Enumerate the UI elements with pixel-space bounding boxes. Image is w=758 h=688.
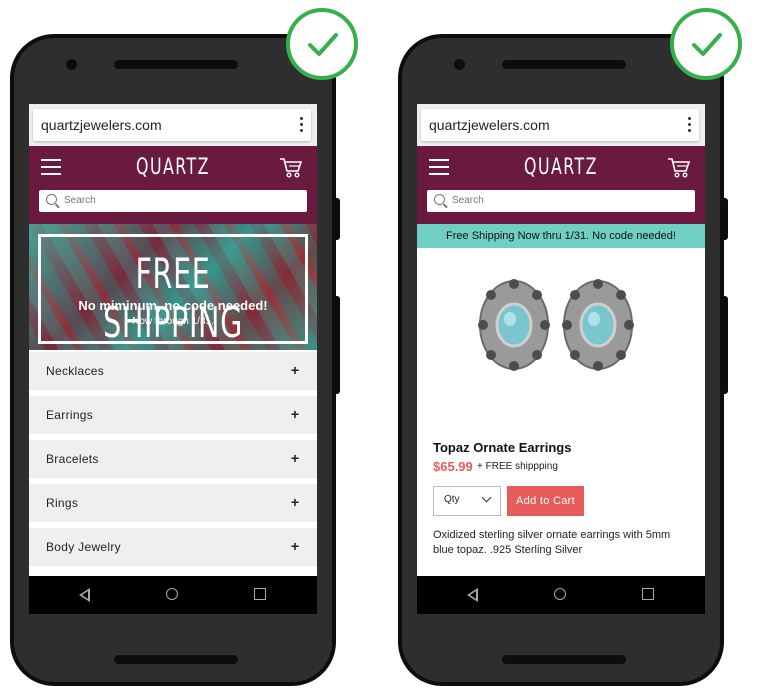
plus-icon[interactable]: + xyxy=(291,494,299,510)
plus-icon[interactable]: + xyxy=(291,406,299,422)
phone-right: quartzjewelers.com QUARTZ Search Free Sh… xyxy=(398,34,728,686)
category-label: Earrings xyxy=(46,408,94,422)
earring-image xyxy=(562,279,634,371)
back-triangle-icon[interactable] xyxy=(79,588,90,602)
phone-volume-button xyxy=(722,198,728,240)
quantity-select[interactable]: Qty xyxy=(433,486,501,516)
promo-banner[interactable]: Free Shipping Now thru 1/31. No code nee… xyxy=(417,224,705,248)
home-circle-icon[interactable] xyxy=(554,588,566,600)
android-nav-bar xyxy=(417,576,705,614)
product-price: $65.99 xyxy=(433,459,473,474)
plus-icon[interactable]: + xyxy=(291,450,299,466)
quantity-label: Qty xyxy=(444,494,460,505)
search-placeholder: Search xyxy=(64,195,96,206)
search-placeholder: Search xyxy=(452,195,484,206)
category-body-jewelry[interactable]: Body Jewelry + xyxy=(29,528,317,566)
browser-url-bar: quartzjewelers.com xyxy=(29,104,317,146)
cart-icon[interactable] xyxy=(279,157,303,179)
phone-speaker xyxy=(502,60,626,69)
phone-power-button xyxy=(722,296,728,394)
site-header: QUARTZ Search xyxy=(417,146,705,224)
url-box[interactable]: quartzjewelers.com xyxy=(33,109,311,141)
android-nav-bar xyxy=(29,576,317,614)
plus-icon[interactable]: + xyxy=(291,362,299,378)
category-earrings[interactable]: Earrings + xyxy=(29,396,317,434)
phone-volume-button xyxy=(334,198,340,240)
shipping-note: + FREE shippping xyxy=(477,461,558,472)
product-name: Topaz Ornate Earrings xyxy=(433,440,572,455)
hero-frame: FREE SHIPPING No miminum, no code needed… xyxy=(38,234,308,347)
back-triangle-icon[interactable] xyxy=(467,588,478,602)
search-input[interactable]: Search xyxy=(39,190,307,212)
phone-speaker xyxy=(114,60,238,69)
hero-subtitle: No miminum, no code needed! xyxy=(78,298,268,313)
site-logo[interactable]: QUARTZ xyxy=(457,155,664,180)
more-vert-icon[interactable] xyxy=(299,116,303,134)
browser-url-bar: quartzjewelers.com xyxy=(417,104,705,146)
category-label: Body Jewelry xyxy=(46,540,121,554)
recents-square-icon[interactable] xyxy=(642,588,654,600)
more-vert-icon[interactable] xyxy=(687,116,691,134)
add-to-cart-button[interactable]: Add to Cart xyxy=(507,486,584,516)
product-image[interactable] xyxy=(417,248,705,412)
phone-bottom-speaker xyxy=(502,655,626,664)
category-necklaces[interactable]: Necklaces + xyxy=(29,352,317,390)
search-icon xyxy=(46,194,57,205)
earring-image xyxy=(478,279,550,371)
url-box[interactable]: quartzjewelers.com xyxy=(421,109,699,141)
phone-power-button xyxy=(334,296,340,394)
category-label: Bracelets xyxy=(46,452,99,466)
screen-left: quartzjewelers.com QUARTZ Search FREE SH… xyxy=(29,104,317,614)
url-text[interactable]: quartzjewelers.com xyxy=(429,117,550,133)
phone-left: quartzjewelers.com QUARTZ Search FREE SH… xyxy=(10,34,340,686)
phone-camera xyxy=(66,59,77,70)
phone-bottom-speaker xyxy=(114,655,238,664)
chevron-down-icon xyxy=(481,492,492,503)
hero-date-note: Now through 1/31. xyxy=(132,316,214,327)
site-header: QUARTZ Search xyxy=(29,146,317,224)
screen-right: quartzjewelers.com QUARTZ Search Free Sh… xyxy=(417,104,705,614)
url-text[interactable]: quartzjewelers.com xyxy=(41,117,162,133)
hamburger-icon[interactable] xyxy=(41,159,61,175)
check-badge xyxy=(670,8,742,80)
hero-banner[interactable]: FREE SHIPPING No miminum, no code needed… xyxy=(29,224,317,350)
category-list: Necklaces + Earrings + Bracelets + Rings… xyxy=(29,350,317,566)
hamburger-icon[interactable] xyxy=(429,159,449,175)
search-input[interactable]: Search xyxy=(427,190,695,212)
recents-square-icon[interactable] xyxy=(254,588,266,600)
category-rings[interactable]: Rings + xyxy=(29,484,317,522)
site-logo[interactable]: QUARTZ xyxy=(69,155,276,180)
search-icon xyxy=(434,194,445,205)
product-description: Oxidized sterling silver ornate earrings… xyxy=(433,529,671,556)
category-label: Rings xyxy=(46,496,79,510)
phone-camera xyxy=(454,59,465,70)
check-icon xyxy=(692,33,722,56)
category-label: Necklaces xyxy=(46,364,105,378)
check-badge xyxy=(286,8,358,80)
category-bracelets[interactable]: Bracelets + xyxy=(29,440,317,478)
plus-icon[interactable]: + xyxy=(291,538,299,554)
check-icon xyxy=(308,33,338,56)
home-circle-icon[interactable] xyxy=(166,588,178,600)
cart-icon[interactable] xyxy=(667,157,691,179)
